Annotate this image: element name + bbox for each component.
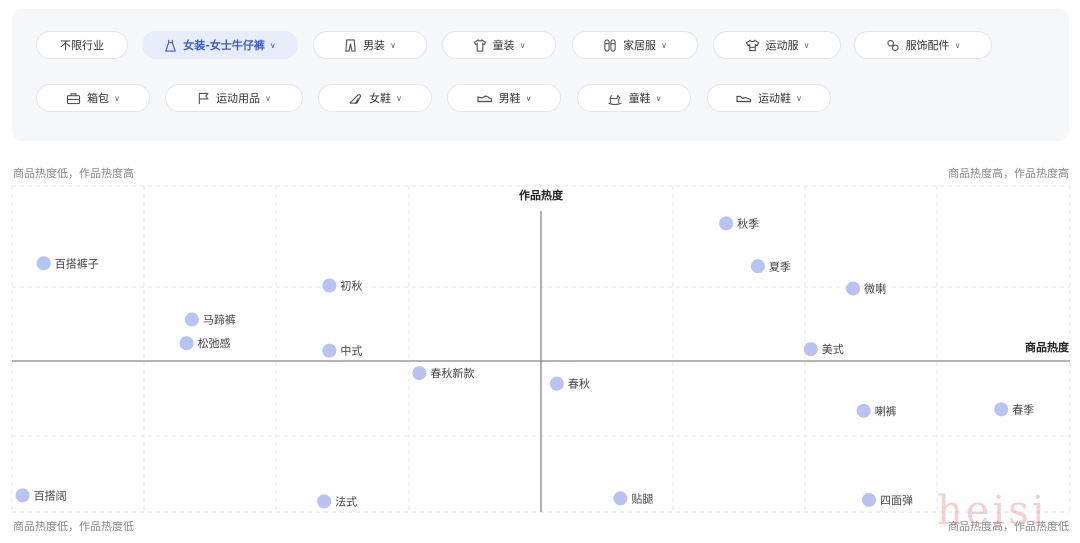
point-label-6: 松弛感 (198, 336, 231, 350)
point-label-7: 中式 (340, 345, 362, 358)
y-axis-title: 作品热度 (519, 188, 564, 202)
scatter-point-15[interactable] (613, 491, 628, 506)
point-label-12: 春季 (1012, 403, 1034, 416)
scatter-point-3[interactable] (36, 256, 51, 271)
point-label-5: 马蹄裤 (203, 313, 236, 327)
point-label-11: 喇裤 (875, 404, 897, 418)
x-axis-title: 商品热度 (1025, 340, 1070, 354)
watermark: heisi (937, 488, 1048, 534)
scatter-point-2[interactable] (846, 281, 861, 296)
quadrant-scatter-chart: 作品热度商品热度 秋季夏季微喇 百搭裤子初秋马蹄裤松弛感中式 美式春秋新款春秋喇裤 春季… (11, 185, 1071, 513)
scatter-point-14[interactable] (317, 494, 332, 509)
point-label-10: 春秋 (568, 377, 590, 391)
point-label-2: 微喇 (864, 281, 886, 295)
scatter-point-5[interactable] (184, 312, 199, 327)
scatter-point-12[interactable] (994, 402, 1009, 417)
scatter-point-11[interactable] (856, 403, 871, 418)
point-label-15: 贴腿 (631, 491, 653, 505)
scatter-point-4[interactable] (322, 278, 337, 293)
point-label-8: 美式 (822, 343, 844, 356)
scatter-point-6[interactable] (179, 336, 194, 351)
point-label-14: 法式 (335, 494, 357, 508)
scatter-point-7[interactable] (322, 343, 337, 358)
scatter-point-13[interactable] (15, 488, 30, 503)
scatter-point-1[interactable] (750, 259, 765, 274)
scatter-point-9[interactable] (412, 366, 427, 381)
scatter-point-10[interactable] (549, 376, 564, 391)
point-label-16: 四面弹 (880, 493, 913, 507)
point-label-9: 春秋新款 (430, 366, 474, 380)
scatter-point-16[interactable] (861, 492, 876, 507)
point-label-3: 百搭裤子 (55, 256, 99, 270)
point-label-4: 初秋 (340, 279, 362, 293)
scatter-point-0[interactable] (719, 216, 734, 231)
scatter-point-8[interactable] (803, 342, 818, 357)
point-label-13: 百搭阔 (34, 489, 67, 502)
point-label-0: 秋季 (737, 216, 759, 230)
point-label-1: 夏季 (769, 260, 791, 273)
